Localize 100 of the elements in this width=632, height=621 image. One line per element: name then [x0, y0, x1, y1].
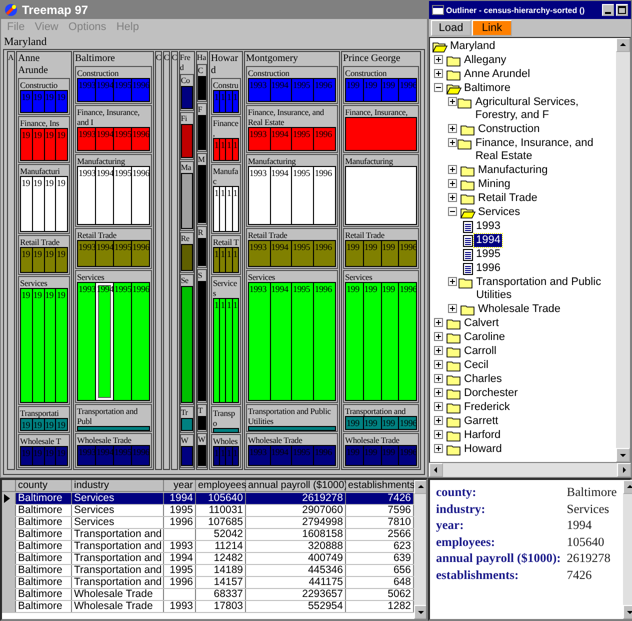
year-cell[interactable]: 1: [214, 138, 220, 160]
table-row[interactable]: Baltimore Transportation and 1995 14189 445346 656: [2, 565, 414, 577]
year-cell[interactable]: 199: [346, 240, 364, 266]
year-cell[interactable]: 1995: [292, 128, 314, 150]
year-cell[interactable]: 1: [226, 186, 233, 231]
expand-icon[interactable]: [434, 374, 443, 383]
scrollbar[interactable]: [429, 463, 631, 477]
tree-item[interactable]: 1995: [474, 248, 502, 261]
table-row[interactable]: Baltimore Services 1996 107685 2794998 7810: [2, 517, 414, 529]
year-cell[interactable]: 1: [226, 299, 233, 402]
year-cell[interactable]: 1995: [292, 240, 314, 266]
year-cell[interactable]: 19: [32, 289, 44, 402]
toolbar-button[interactable]: Link: [472, 20, 512, 36]
tree-item[interactable]: 1994: [474, 234, 502, 247]
column-header[interactable]: establishments: [346, 480, 414, 492]
expand-icon[interactable]: [448, 179, 457, 188]
tree-item[interactable]: Calvert: [462, 317, 501, 330]
year-cell[interactable]: 1: [232, 299, 238, 402]
year-cell[interactable]: 19: [56, 176, 67, 231]
year-cell[interactable]: 1995: [114, 283, 132, 400]
year-cell[interactable]: 1: [214, 186, 220, 231]
column-header[interactable]: employees: [196, 480, 246, 492]
year-cell[interactable]: 19: [21, 248, 33, 272]
year-cell[interactable]: 1993: [78, 167, 96, 224]
year-cell[interactable]: 1996: [314, 167, 335, 224]
year-cell[interactable]: 199: [382, 283, 400, 400]
year-cell[interactable]: 19: [32, 176, 44, 231]
expand-icon[interactable]: [434, 55, 443, 64]
tree-item[interactable]: Maryland: [448, 40, 498, 53]
year-cell[interactable]: 1994: [270, 240, 292, 266]
year-cell[interactable]: 1: [214, 299, 220, 402]
year-cell[interactable]: 19: [21, 176, 33, 231]
expand-icon[interactable]: [434, 318, 443, 327]
column-header[interactable]: industry: [72, 480, 164, 492]
year-cell[interactable]: 1994: [96, 128, 114, 150]
year-cell[interactable]: 1: [220, 299, 226, 402]
expand-icon[interactable]: [434, 416, 443, 425]
industry-block[interactable]: [198, 416, 206, 430]
year-cell[interactable]: 1994: [96, 167, 114, 224]
expand-icon[interactable]: [434, 430, 443, 439]
table-row[interactable]: Baltimore Services 1994 105640 2619278 7426: [2, 493, 414, 505]
tree-item[interactable]: Manufacturing: [476, 164, 550, 177]
year-cell[interactable]: 19: [44, 419, 56, 430]
scrollbar[interactable]: [616, 38, 630, 462]
collapse-icon[interactable]: [448, 207, 457, 216]
expand-icon[interactable]: [448, 193, 457, 202]
table-row[interactable]: Baltimore Transportation and 52042 1608158 2566: [2, 529, 414, 541]
table-row[interactable]: Baltimore Wholesale Trade 68337 2293657 5062: [2, 589, 414, 601]
tree-item[interactable]: Carroll: [462, 345, 498, 358]
tree-item[interactable]: Construction: [476, 123, 542, 136]
industry-block[interactable]: [180, 86, 193, 110]
row-header[interactable]: [2, 493, 16, 504]
expand-icon[interactable]: [434, 444, 443, 453]
tree-item[interactable]: Dorchester: [462, 387, 520, 400]
year-cell[interactable]: 19: [44, 176, 56, 231]
year-cell[interactable]: 1: [232, 248, 238, 272]
collapse-icon[interactable]: [434, 83, 443, 92]
year-cell[interactable]: 19: [56, 419, 67, 430]
year-cell[interactable]: 1995: [114, 128, 132, 150]
year-cell[interactable]: 1996: [314, 128, 335, 150]
year-cell[interactable]: 1993: [248, 240, 271, 266]
year-cell[interactable]: 1995: [114, 240, 132, 266]
year-cell[interactable]: 1: [214, 248, 220, 272]
column-header[interactable]: year: [164, 480, 196, 492]
year-cell[interactable]: 1: [220, 186, 226, 231]
table-row[interactable]: Baltimore Transportation and 1993 11214 320888 623: [2, 541, 414, 553]
year-cell[interactable]: 199: [346, 417, 364, 430]
year-cell[interactable]: 19: [44, 289, 56, 402]
year-cell[interactable]: 199: [364, 283, 382, 400]
tree-item[interactable]: Charles: [462, 373, 504, 386]
year-cell[interactable]: 19: [32, 248, 44, 272]
year-cell[interactable]: 1995: [292, 283, 314, 400]
year-cell[interactable]: 1996: [314, 240, 335, 266]
year-cell[interactable]: 19: [56, 289, 67, 402]
year-cell[interactable]: 1: [232, 138, 238, 160]
expand-icon[interactable]: [448, 165, 457, 174]
tree-item[interactable]: 1993: [474, 220, 502, 233]
industry-block[interactable]: [345, 166, 417, 225]
expand-icon[interactable]: [448, 138, 457, 147]
scrollbar[interactable]: [414, 480, 426, 619]
year-cell[interactable]: 1995: [292, 167, 314, 224]
year-cell[interactable]: 1: [226, 138, 233, 160]
industry-block[interactable]: [180, 418, 193, 431]
maximize-button[interactable]: [616, 4, 628, 16]
year-cell[interactable]: 19: [21, 128, 33, 160]
year-cell[interactable]: 1: [226, 248, 233, 272]
table-row[interactable]: Baltimore Services 1995 110031 2907060 7596: [2, 505, 414, 517]
year-cell[interactable]: 19: [56, 248, 67, 272]
tree-item[interactable]: Frederick: [462, 401, 512, 414]
year-cell[interactable]: 1993: [248, 128, 271, 150]
column-header[interactable]: county: [16, 480, 72, 492]
tree-item[interactable]: Finance, Insurance, and Real Estate: [473, 137, 616, 163]
tree-item[interactable]: Mining: [476, 178, 512, 191]
table-row[interactable]: Baltimore Transportation and 1994 12482 400749 639: [2, 553, 414, 565]
year-cell[interactable]: 19: [32, 128, 44, 160]
tree-item[interactable]: Baltimore: [462, 82, 512, 95]
expand-icon[interactable]: [448, 97, 457, 106]
expand-icon[interactable]: [434, 388, 443, 397]
tree-item[interactable]: Cecil: [462, 359, 490, 372]
year-cell[interactable]: 1993: [248, 167, 271, 224]
